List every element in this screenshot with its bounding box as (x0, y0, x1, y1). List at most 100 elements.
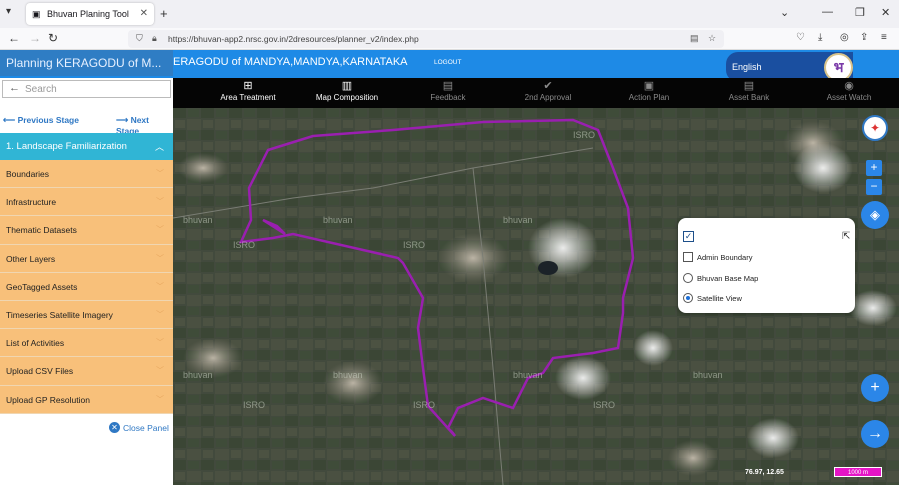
zoom-out-button[interactable]: − (866, 179, 882, 195)
svg-text:ISRO: ISRO (593, 400, 615, 410)
svg-text:ISRO: ISRO (233, 240, 255, 250)
save-icon: ▣ (643, 80, 655, 92)
list-all-tabs-icon[interactable]: ⌄ (780, 6, 789, 19)
list-item[interactable]: Other Layers ﹀ (0, 244, 173, 273)
chevron-up-icon: ︿ (154, 142, 164, 152)
plus-square-icon: ⊞ (243, 80, 253, 92)
tool-map-composition[interactable]: ▥ Map Composition (307, 80, 387, 102)
tab-close-icon[interactable]: ✕ (140, 8, 148, 19)
chevron-down-icon: ﹀ (156, 197, 164, 207)
comment-icon: ▤ (442, 80, 454, 92)
stage-item-list: Boundaries ﹀ Infrastructure ﹀ Thematic Dat… (0, 160, 173, 414)
list-item[interactable]: Upload GP Resolution ﹀ (0, 385, 173, 414)
admin-boundary-checkbox[interactable] (683, 252, 693, 262)
chevron-down-icon: ﹀ (156, 309, 164, 319)
list-item[interactable]: GeoTagged Assets ﹀ (0, 272, 173, 301)
window-close-icon[interactable]: ✕ (881, 6, 890, 19)
tool-asset-watch[interactable]: ◉ Asset Watch (809, 80, 889, 102)
bhuvan-base-map-radio[interactable] (683, 273, 693, 283)
downloads-icon[interactable]: ⤓ (818, 32, 822, 43)
url-bar[interactable]: ⛉ 🔒︎ https://bhuvan-app2.nrsc.gov.in/2dr… (128, 30, 724, 48)
svg-text:ISRO: ISRO (403, 240, 425, 250)
satellite-view-radio[interactable] (683, 293, 693, 303)
reload-icon[interactable]: ↻ (48, 31, 58, 45)
svg-text:bhuvan: bhuvan (183, 370, 213, 380)
chevron-down-icon: ﹀ (156, 253, 164, 263)
tab-list-icon[interactable]: ▾ (6, 6, 11, 17)
list-item[interactable]: Upload CSV Files ﹀ (0, 357, 173, 386)
next-button[interactable]: → (861, 420, 889, 448)
browser-nav-bar: ← → ↻ ⛉ 🔒︎ https://bhuvan-app2.nrsc.gov.… (0, 28, 899, 50)
chevron-down-icon: ﹀ (156, 225, 164, 235)
main-toolbar: ⊞ Area Treatment ▥ Map Composition ▤ Fee… (173, 78, 899, 108)
chevron-down-icon: ﹀ (156, 281, 164, 291)
arrow-right-icon: → (867, 425, 883, 442)
layer-admin-boundary[interactable]: Admin Boundary (683, 252, 752, 262)
search-input[interactable]: ← Search (2, 80, 171, 98)
account-icon[interactable]: ◎ (840, 32, 849, 43)
chevron-down-icon: ﹀ (156, 394, 164, 404)
compass-icon[interactable]: ✦ (862, 115, 888, 141)
pocket-icon[interactable]: ♡ (796, 32, 805, 43)
svg-text:ISRO: ISRO (413, 400, 435, 410)
language-label: English (732, 62, 762, 72)
layer-switcher-popup: ✓ ⇱ Admin Boundary Bhuvan Base Map Satel… (678, 218, 855, 313)
bank-icon: ▤ (743, 80, 755, 92)
bookmark-star-icon[interactable]: ☆ (708, 33, 716, 44)
svg-text:bhuvan: bhuvan (323, 215, 353, 225)
tool-area-treatment[interactable]: ⊞ Area Treatment (208, 80, 288, 102)
check-circle-icon: ✔ (543, 80, 553, 92)
svg-text:bhuvan: bhuvan (693, 370, 723, 380)
chevron-down-icon: ﹀ (156, 366, 164, 376)
svg-text:bhuvan: bhuvan (503, 215, 533, 225)
new-tab-icon[interactable]: + (160, 6, 168, 21)
chevron-down-icon: ﹀ (156, 169, 164, 178)
svg-text:bhuvan: bhuvan (183, 215, 213, 225)
layer-satellite-view[interactable]: Satellite View (683, 293, 742, 303)
layers-button[interactable]: ◈ (861, 201, 889, 229)
list-item[interactable]: Thematic Datasets ﹀ (0, 216, 173, 245)
arrow-left-icon: ⟵ (3, 115, 16, 125)
menu-icon[interactable]: ≡ (881, 32, 887, 43)
logout-link[interactable]: LOGOUT (434, 59, 461, 66)
svg-text:bhuvan: bhuvan (513, 370, 543, 380)
plus-icon: + (870, 379, 880, 396)
browser-tab[interactable]: ▣ Bhuvan Planing Tool ✕ (26, 3, 154, 25)
back-arrow-icon[interactable]: ← (9, 82, 20, 94)
tool-asset-bank[interactable]: ▤ Asset Bank (709, 80, 789, 102)
list-item[interactable]: Infrastructure ﹀ (0, 188, 173, 217)
restore-icon[interactable]: ❐ (855, 6, 865, 19)
close-circle-icon: ✕ (109, 422, 120, 433)
list-item[interactable]: Boundaries ﹀ (0, 160, 173, 189)
share-icon[interactable]: ⇪ (860, 32, 868, 43)
svg-text:ISRO: ISRO (243, 400, 265, 410)
back-icon[interactable]: ← (8, 31, 20, 45)
app-title: Planning KERAGODU of M... (0, 50, 173, 76)
app-title-full: ERAGODU of MANDYA,MANDYA,KARNATAKA (173, 56, 408, 68)
layer-bhuvan-base-map[interactable]: Bhuvan Base Map (683, 273, 758, 283)
minimize-icon[interactable]: — (822, 6, 833, 18)
search-placeholder: Search (25, 84, 57, 95)
svg-text:bhuvan: bhuvan (333, 370, 363, 380)
active-stage-header[interactable]: 1. Landscape Familiarization ︿ (0, 133, 173, 160)
eye-icon: ◉ (844, 80, 854, 92)
check-all-icon[interactable]: ✓ (683, 231, 694, 242)
tool-action-plan[interactable]: ▣ Action Plan (609, 80, 689, 102)
list-item[interactable]: Timeseries Satellite Imagery ﹀ (0, 300, 173, 330)
layers-icon: ◈ (870, 207, 880, 222)
list-item[interactable]: List of Activities ﹀ (0, 329, 173, 358)
lock-icon[interactable]: 🔒︎ (152, 33, 157, 44)
previous-stage-button[interactable]: ⟵ Previous Stage (3, 115, 79, 126)
forward-icon[interactable]: → (29, 31, 41, 45)
zoom-in-button[interactable]: + (866, 160, 882, 176)
reader-view-icon[interactable]: ▤ (690, 33, 699, 44)
scale-bar: 1000 m (834, 467, 882, 477)
add-button[interactable]: + (861, 374, 889, 402)
cursor-icon: ⇱ (842, 231, 851, 242)
tool-2nd-approval[interactable]: ✔ 2nd Approval (508, 80, 588, 102)
close-panel-button[interactable]: ✕ Close Panel (109, 422, 169, 433)
map-icon: ▥ (341, 80, 353, 92)
tool-feedback[interactable]: ▤ Feedback (408, 80, 488, 102)
tab-title: Bhuvan Planing Tool (47, 9, 129, 19)
shield-icon[interactable]: ⛉ (136, 33, 143, 44)
